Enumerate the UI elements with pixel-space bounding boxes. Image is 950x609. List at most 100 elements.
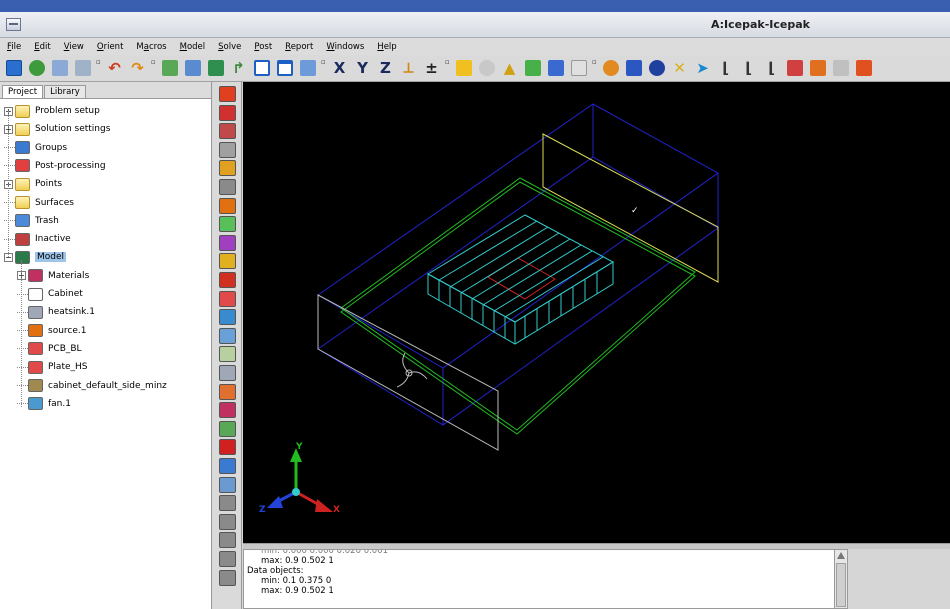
annotate-icon[interactable] bbox=[298, 59, 317, 78]
window-split-icon[interactable] bbox=[275, 59, 294, 78]
tab-library[interactable]: Library bbox=[44, 85, 86, 98]
tree-item[interactable]: + Points bbox=[4, 175, 62, 193]
copy-icon[interactable] bbox=[219, 476, 236, 493]
menu-post[interactable]: Post bbox=[254, 42, 272, 52]
window-single-icon[interactable] bbox=[252, 59, 271, 78]
tree-item[interactable]: cabinet_default_side_minz bbox=[17, 377, 167, 395]
point-icon[interactable]: ➤ bbox=[693, 59, 712, 78]
tree-item[interactable]: Plate_HS bbox=[17, 358, 88, 376]
material-tool-icon[interactable] bbox=[219, 402, 236, 419]
tree-item[interactable]: + Solution settings bbox=[4, 120, 110, 138]
isosurface-icon[interactable] bbox=[647, 59, 666, 78]
morph-icon[interactable] bbox=[219, 458, 236, 474]
assembly-icon[interactable] bbox=[219, 123, 236, 140]
source-tool-icon[interactable] bbox=[219, 197, 236, 214]
tree-item[interactable]: source.1 bbox=[17, 322, 86, 340]
save-icon[interactable] bbox=[4, 59, 23, 78]
plane-cut-icon[interactable] bbox=[601, 59, 620, 78]
menu-model[interactable]: Model bbox=[180, 42, 206, 52]
grille-icon[interactable] bbox=[219, 179, 236, 195]
menu-view[interactable]: View bbox=[64, 42, 84, 52]
menu-edit[interactable]: Edit bbox=[34, 42, 50, 52]
tree-item[interactable]: Groups bbox=[4, 139, 67, 157]
package-icon[interactable] bbox=[219, 383, 236, 400]
tree-item[interactable]: heatsink.1 bbox=[17, 303, 95, 321]
grid-2-icon[interactable] bbox=[219, 513, 236, 530]
screenshot-icon[interactable] bbox=[73, 59, 92, 78]
contour-icon[interactable] bbox=[624, 59, 643, 78]
calculator-icon[interactable] bbox=[546, 59, 565, 78]
undo-icon[interactable]: ↶ bbox=[105, 59, 124, 78]
mesh-icon[interactable] bbox=[477, 59, 496, 78]
console-scrollbar[interactable] bbox=[834, 549, 848, 609]
particle-trace-icon[interactable]: ✕ bbox=[670, 59, 689, 78]
settings-icon[interactable] bbox=[854, 59, 873, 78]
blower-icon[interactable] bbox=[219, 327, 236, 344]
menu-macros[interactable]: Macros bbox=[136, 42, 166, 52]
clipboard-icon[interactable] bbox=[831, 59, 850, 78]
tree-item[interactable]: PCB_BL bbox=[17, 340, 82, 358]
refresh-icon[interactable] bbox=[27, 59, 46, 78]
heatsink-tool-icon[interactable] bbox=[219, 365, 236, 381]
tree-item[interactable]: Cabinet bbox=[17, 285, 83, 303]
menu-help[interactable]: Help bbox=[377, 42, 396, 52]
summary-report-icon[interactable] bbox=[785, 59, 804, 78]
electrical-icon[interactable] bbox=[219, 420, 236, 437]
window-menu-button[interactable] bbox=[6, 18, 21, 31]
heat-exchanger-icon[interactable] bbox=[219, 160, 236, 177]
line-plot-t-icon[interactable]: ⌊ bbox=[739, 59, 758, 78]
line-plot-x-icon[interactable]: ⌊ bbox=[716, 59, 735, 78]
flip-view-icon[interactable]: ± bbox=[422, 59, 441, 78]
zoom-fit-icon[interactable] bbox=[206, 59, 225, 78]
function-icon[interactable] bbox=[569, 59, 588, 78]
tree-item[interactable]: − Model bbox=[4, 248, 67, 266]
view-y-icon[interactable]: Y bbox=[353, 59, 372, 78]
tree-item[interactable]: Post-processing bbox=[4, 157, 106, 175]
menu-orient[interactable]: Orient bbox=[97, 42, 124, 52]
redo-icon[interactable]: ↷ bbox=[128, 59, 147, 78]
grid-5-icon[interactable] bbox=[219, 569, 236, 586]
grid-1-icon[interactable] bbox=[219, 495, 236, 512]
3d-model-view[interactable]: ✓ Y X Z bbox=[243, 82, 950, 543]
fan-tool-icon[interactable] bbox=[219, 309, 236, 326]
grid-3-icon[interactable] bbox=[219, 532, 236, 549]
menu-windows[interactable]: Windows bbox=[326, 42, 364, 52]
tree-item[interactable]: Surfaces bbox=[4, 194, 74, 212]
menu-file[interactable]: File bbox=[7, 42, 21, 52]
menu-solve[interactable]: Solve bbox=[218, 42, 241, 52]
resistance-icon[interactable] bbox=[219, 346, 236, 363]
cabinet-tool-icon[interactable] bbox=[219, 104, 236, 121]
tree-item[interactable]: fan.1 bbox=[17, 395, 71, 413]
import-icon[interactable] bbox=[219, 86, 236, 102]
tree-item[interactable]: Inactive bbox=[4, 230, 71, 248]
block-tool-icon[interactable] bbox=[219, 290, 236, 307]
check-model-icon[interactable] bbox=[523, 59, 542, 78]
zoom-icon[interactable] bbox=[183, 59, 202, 78]
plate-icon[interactable] bbox=[219, 253, 236, 270]
networks-icon[interactable] bbox=[219, 141, 236, 158]
wall-tool-icon[interactable] bbox=[219, 272, 236, 288]
print-icon[interactable] bbox=[50, 59, 69, 78]
rotate-icon[interactable]: ↱ bbox=[229, 59, 248, 78]
enclosure-icon[interactable] bbox=[219, 234, 236, 251]
tree-item[interactable]: + Problem setup bbox=[4, 102, 100, 120]
scroll-thumb[interactable] bbox=[836, 563, 846, 607]
line-plot-id-icon[interactable]: ⌊ bbox=[762, 59, 781, 78]
tree-item[interactable]: Trash bbox=[4, 212, 59, 230]
align-icon[interactable] bbox=[454, 59, 473, 78]
delete-icon[interactable] bbox=[219, 439, 236, 456]
bar-report-icon[interactable] bbox=[808, 59, 827, 78]
grid-4-icon[interactable] bbox=[219, 551, 236, 567]
tree-item-label: Solution settings bbox=[35, 124, 111, 135]
view-x-icon[interactable]: X bbox=[330, 59, 349, 78]
menu-report[interactable]: Report bbox=[285, 42, 313, 52]
warning-icon[interactable]: ▲ bbox=[500, 59, 519, 78]
scroll-up-icon[interactable] bbox=[837, 552, 845, 559]
tree-item[interactable]: + Materials bbox=[17, 267, 89, 285]
printed-circuit-board-icon[interactable] bbox=[219, 216, 236, 233]
isometric-view-icon[interactable]: ⟂ bbox=[399, 59, 418, 78]
view-z-icon[interactable]: Z bbox=[376, 59, 395, 78]
move-icon[interactable] bbox=[160, 59, 179, 78]
tab-project[interactable]: Project bbox=[2, 85, 44, 98]
3d-viewport[interactable]: ✓ Y X Z bbox=[243, 82, 950, 543]
